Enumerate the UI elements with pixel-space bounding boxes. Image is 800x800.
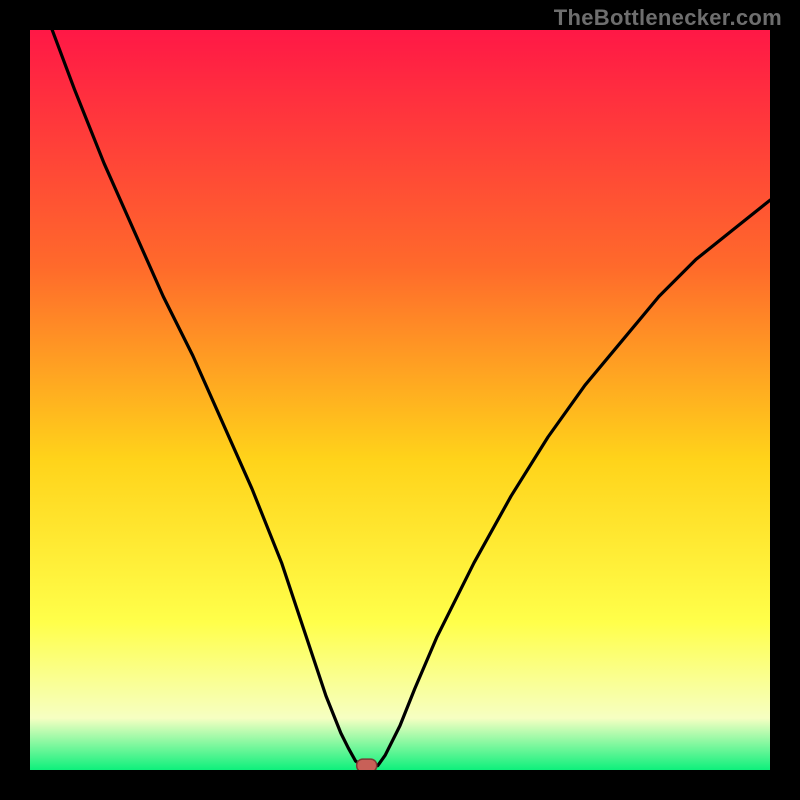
- plot-background: [30, 30, 770, 770]
- chart-frame: TheBottlenecker.com: [0, 0, 800, 800]
- bottleneck-plot: [30, 30, 770, 770]
- optimum-marker: [357, 759, 377, 770]
- watermark-text: TheBottlenecker.com: [554, 5, 782, 31]
